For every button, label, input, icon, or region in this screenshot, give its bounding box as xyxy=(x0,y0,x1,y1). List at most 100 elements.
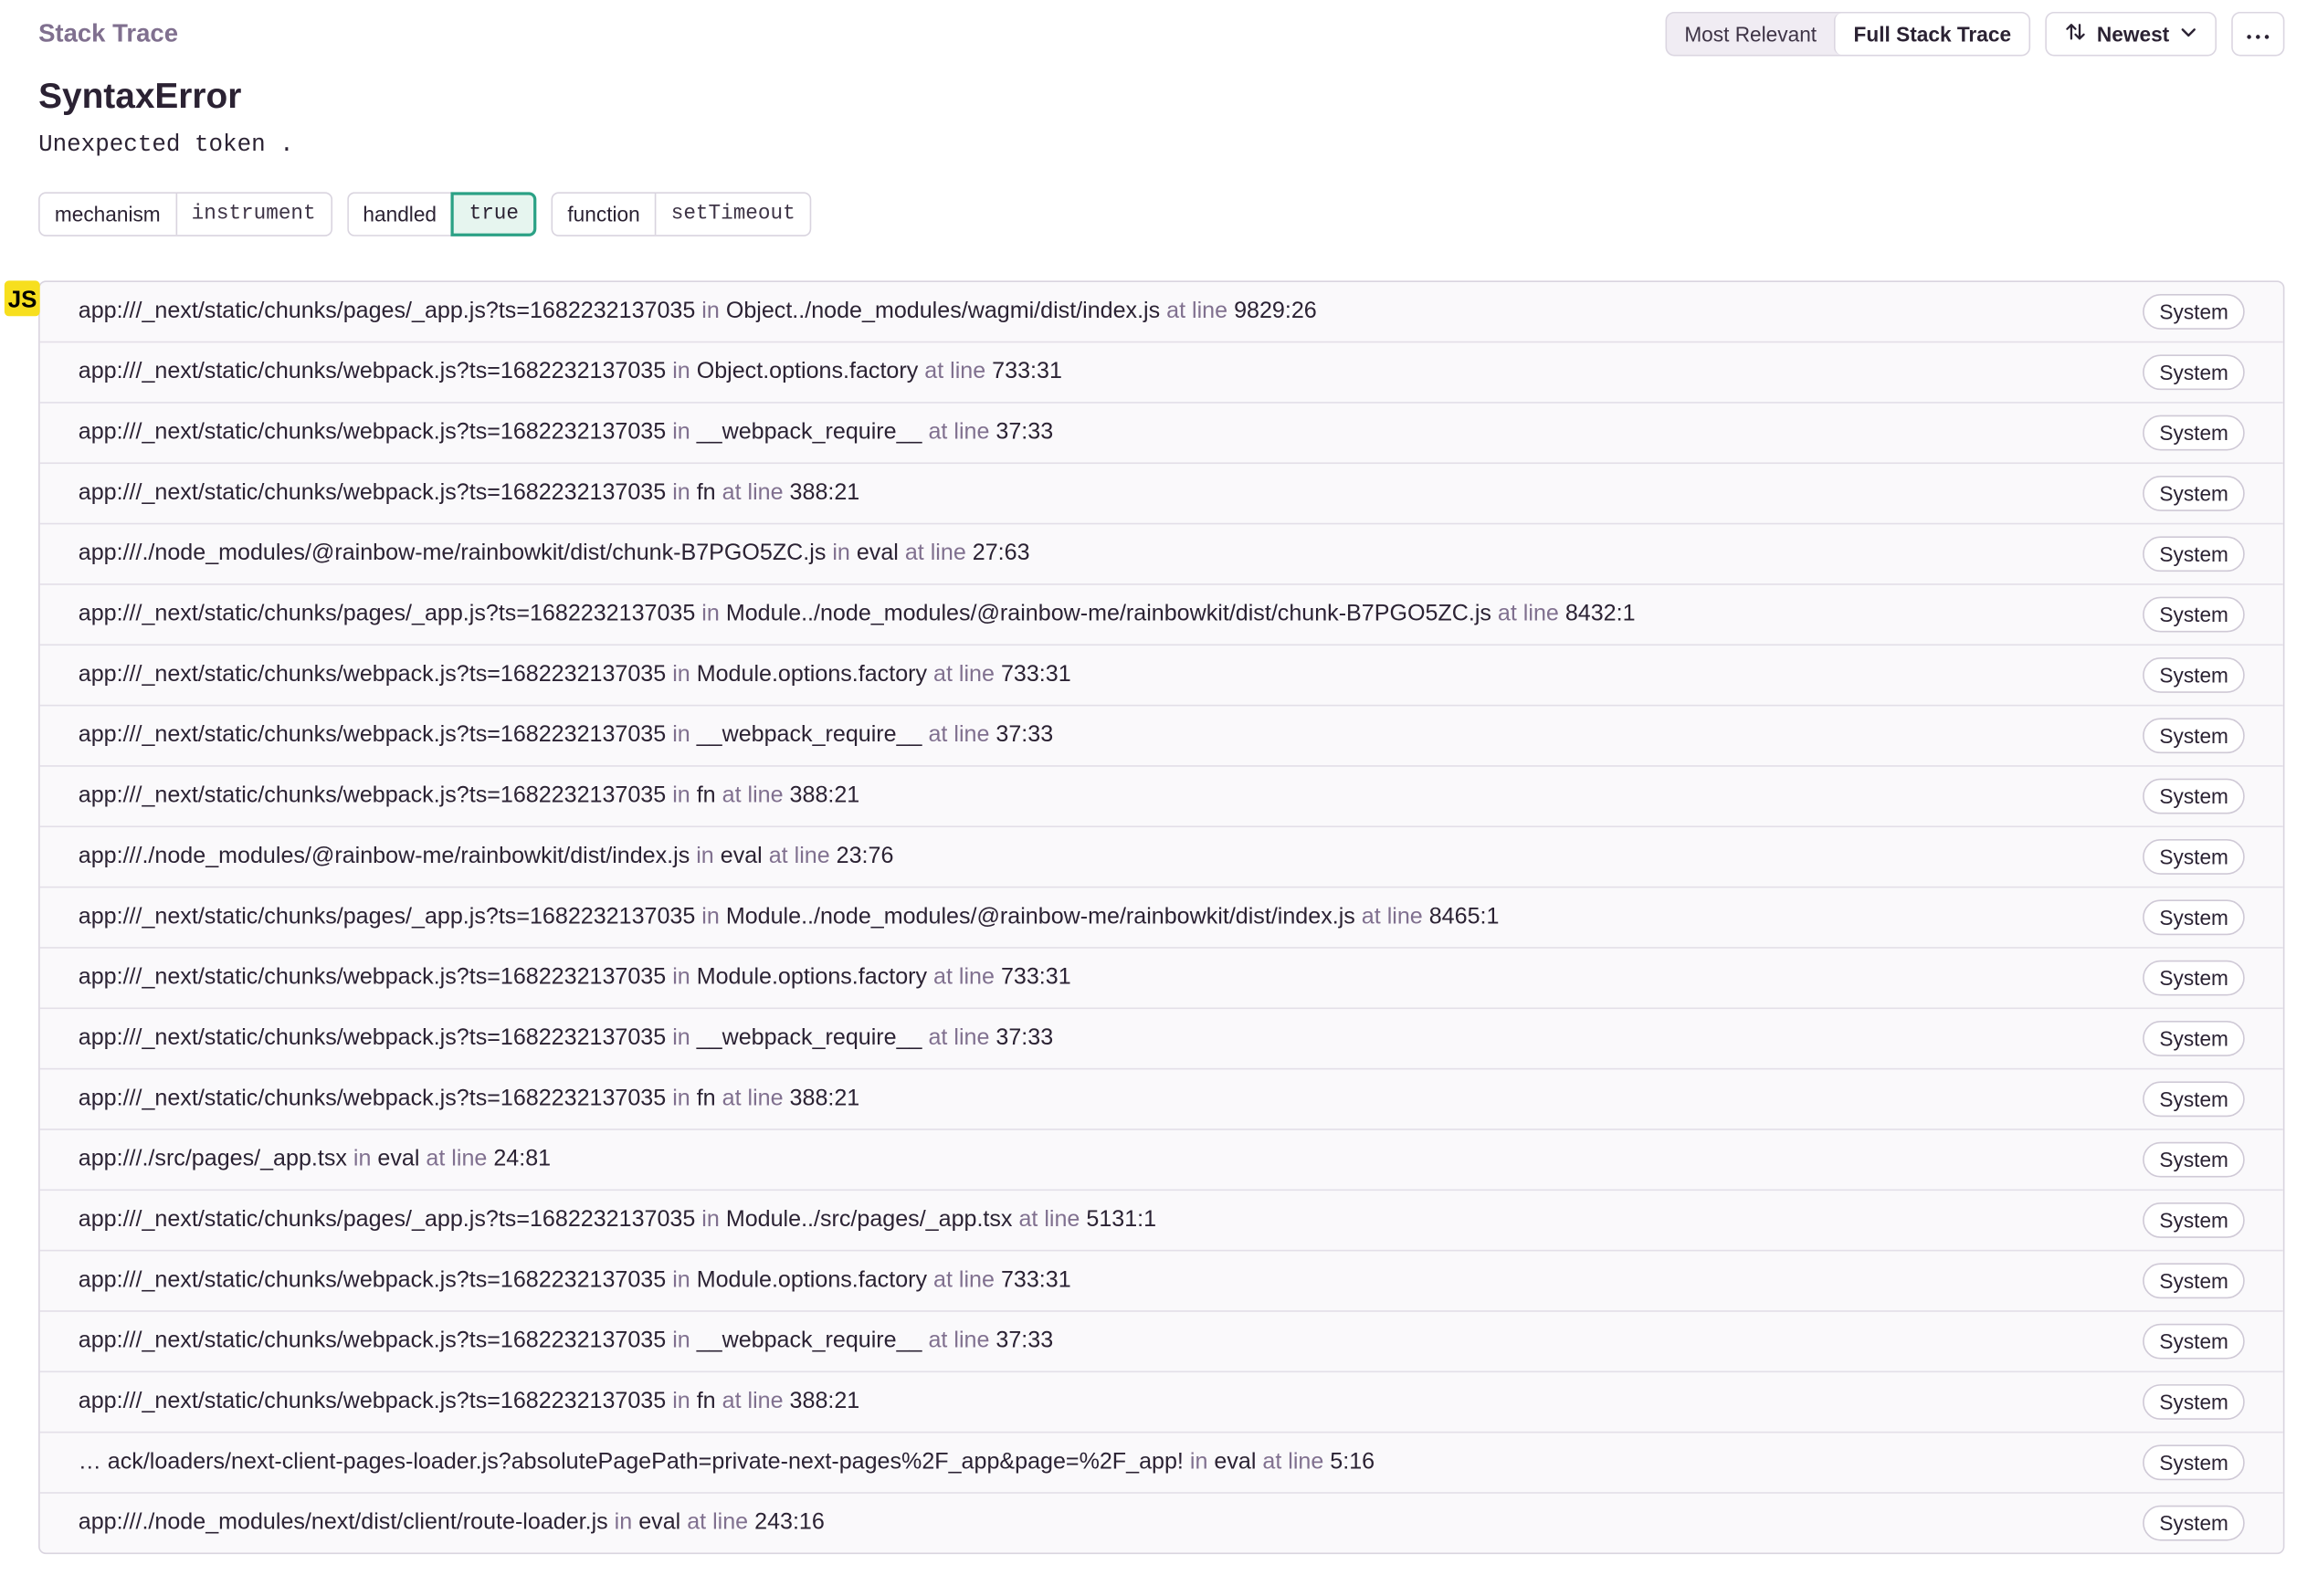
frame-line-number: 733:31 xyxy=(992,359,1062,384)
stack-frame-row[interactable]: app:///_next/static/chunks/webpack.js?ts… xyxy=(39,704,2283,765)
frame-at-line-word: at line xyxy=(722,1388,784,1414)
frame-at-line-word: at line xyxy=(1497,601,1559,627)
stack-frame-row[interactable]: … ack/loaders/next-client-pages-loader.j… xyxy=(39,1431,2283,1492)
frame-line-number: 733:31 xyxy=(1000,964,1071,991)
sort-arrows-icon xyxy=(2064,21,2086,47)
system-badge: System xyxy=(2143,415,2245,451)
system-badge: System xyxy=(2143,1263,2245,1299)
frame-filename: app:///_next/static/chunks/webpack.js?ts… xyxy=(78,782,667,809)
frame-function: eval xyxy=(638,1509,681,1536)
system-badge: System xyxy=(2143,1081,2245,1118)
frame-at-line-word: at line xyxy=(933,1267,995,1293)
sort-button[interactable]: Newest xyxy=(2045,11,2217,57)
system-badge: System xyxy=(2143,475,2245,511)
system-badge: System xyxy=(2143,293,2245,330)
system-badge: System xyxy=(2143,718,2245,754)
frame-title: app:///./node_modules/@rainbow-me/rainbo… xyxy=(79,541,2144,567)
frame-in-word: in xyxy=(672,1024,690,1051)
frame-in-word: in xyxy=(701,904,720,929)
system-badge: System xyxy=(2143,354,2245,391)
stack-frame-row[interactable]: app:///_next/static/chunks/pages/_app.js… xyxy=(39,886,2283,947)
more-options-button[interactable] xyxy=(2231,11,2285,57)
javascript-platform-icon: JS xyxy=(4,280,40,317)
frame-title: app:///_next/static/chunks/pages/_app.js… xyxy=(79,1207,2144,1234)
tag-function[interactable]: function setTimeout xyxy=(551,192,812,236)
frame-line-number: 243:16 xyxy=(754,1509,825,1536)
frame-line-number: 24:81 xyxy=(493,1146,552,1172)
frame-function: __webpack_require__ xyxy=(696,1024,922,1051)
system-badge: System xyxy=(2143,960,2245,996)
tag-value: true xyxy=(451,192,537,236)
stack-frame-row[interactable]: app:///_next/static/chunks/webpack.js?ts… xyxy=(39,1067,2283,1129)
frame-line-number: 9829:26 xyxy=(1234,298,1317,324)
stack-frame-row[interactable]: app:///_next/static/chunks/webpack.js?ts… xyxy=(39,947,2283,1007)
frame-filename: … ack/loaders/next-client-pages-loader.j… xyxy=(78,1449,1184,1475)
stack-frame-row[interactable]: app:///./src/pages/_app.tsx in eval at l… xyxy=(39,1129,2283,1189)
exception-type: SyntaxError xyxy=(38,77,242,117)
frame-in-word: in xyxy=(696,843,714,869)
frame-in-word: in xyxy=(614,1509,633,1536)
tag-value: setTimeout xyxy=(670,202,795,226)
frame-line-number: 5:16 xyxy=(1330,1449,1375,1475)
stack-frames-list: app:///_next/static/chunks/pages/_app.js… xyxy=(38,280,2285,1555)
frame-filename: app:///_next/static/chunks/webpack.js?ts… xyxy=(78,1024,667,1051)
frame-at-line-word: at line xyxy=(928,1024,990,1051)
exception-value: Unexpected token . xyxy=(38,131,294,159)
full-stack-trace-button[interactable]: Full Stack Trace xyxy=(1834,13,2029,55)
frame-function: Module.options.factory xyxy=(696,964,928,991)
frame-function: Module.options.factory xyxy=(696,1267,928,1293)
frame-in-word: in xyxy=(1189,1449,1208,1475)
frame-function: __webpack_require__ xyxy=(696,419,922,446)
frame-function: __webpack_require__ xyxy=(696,1328,922,1354)
most-relevant-button[interactable]: Most Relevant xyxy=(1667,14,1835,55)
frame-line-number: 37:33 xyxy=(995,1328,1054,1354)
frame-at-line-word: at line xyxy=(722,1086,784,1111)
stack-frame-row[interactable]: app:///./node_modules/@rainbow-me/rainbo… xyxy=(39,522,2283,583)
frame-filename: app:///_next/static/chunks/webpack.js?ts… xyxy=(78,419,667,446)
frame-function: eval xyxy=(856,541,899,566)
frame-at-line-word: at line xyxy=(768,843,830,869)
frame-filename: app:///_next/static/chunks/webpack.js?ts… xyxy=(78,479,667,506)
stack-frame-row[interactable]: app:///_next/static/chunks/webpack.js?ts… xyxy=(39,1310,2283,1370)
frame-title: app:///./node_modules/next/dist/client/r… xyxy=(79,1510,2144,1537)
tag-mechanism[interactable]: mechanism instrument xyxy=(38,192,332,236)
frame-title: app:///_next/static/chunks/webpack.js?ts… xyxy=(79,1025,2144,1052)
stack-frame-row[interactable]: app:///_next/static/chunks/pages/_app.js… xyxy=(39,1189,2283,1249)
frame-function: fn xyxy=(696,1086,716,1111)
frame-filename: app:///./node_modules/@rainbow-me/rainbo… xyxy=(78,843,690,869)
frame-line-number: 27:63 xyxy=(972,541,1030,566)
frame-function: Module.options.factory xyxy=(696,661,928,688)
system-badge: System xyxy=(2143,596,2245,633)
stack-frame-row[interactable]: app:///_next/static/chunks/webpack.js?ts… xyxy=(39,1249,2283,1310)
frame-title: app:///_next/static/chunks/webpack.js?ts… xyxy=(79,480,2144,507)
frame-in-word: in xyxy=(672,782,690,809)
stack-frame-row[interactable]: app:///./node_modules/@rainbow-me/rainbo… xyxy=(39,825,2283,886)
stack-frame-row[interactable]: app:///_next/static/chunks/pages/_app.js… xyxy=(39,583,2283,644)
frame-title: app:///./src/pages/_app.tsx in eval at l… xyxy=(79,1147,2144,1173)
stack-frame-row[interactable]: app:///_next/static/chunks/webpack.js?ts… xyxy=(39,1007,2283,1067)
stack-frame-row[interactable]: app:///./node_modules/next/dist/client/r… xyxy=(39,1492,2283,1552)
stack-frame-row[interactable]: app:///_next/static/chunks/webpack.js?ts… xyxy=(39,462,2283,522)
stack-frame-row[interactable]: app:///_next/static/chunks/pages/_app.js… xyxy=(40,282,2283,341)
frame-function: Module../src/pages/_app.tsx xyxy=(725,1206,1013,1233)
frame-line-number: 388:21 xyxy=(789,479,860,506)
stack-frame-row[interactable]: app:///_next/static/chunks/webpack.js?ts… xyxy=(39,402,2283,462)
system-badge: System xyxy=(2143,536,2245,572)
tag-handled[interactable]: handled true xyxy=(346,192,537,236)
frame-title: app:///_next/static/chunks/webpack.js?ts… xyxy=(79,965,2144,992)
stack-frame-row[interactable]: app:///_next/static/chunks/webpack.js?ts… xyxy=(39,765,2283,825)
frame-title: app:///_next/static/chunks/pages/_app.js… xyxy=(79,299,2144,325)
tag-key: function xyxy=(553,193,657,236)
stack-frame-row[interactable]: app:///_next/static/chunks/webpack.js?ts… xyxy=(39,1370,2283,1432)
frame-line-number: 37:33 xyxy=(995,722,1054,748)
frame-title: app:///_next/static/chunks/webpack.js?ts… xyxy=(79,662,2144,688)
frame-at-line-word: at line xyxy=(722,479,784,506)
frame-in-word: in xyxy=(672,661,690,688)
frame-at-line-word: at line xyxy=(933,661,995,688)
stack-frame-row[interactable]: app:///_next/static/chunks/webpack.js?ts… xyxy=(39,341,2283,402)
frame-in-word: in xyxy=(701,601,720,627)
frame-line-number: 5131:1 xyxy=(1086,1206,1157,1233)
frame-function: fn xyxy=(696,1388,716,1414)
stack-frame-row[interactable]: app:///_next/static/chunks/webpack.js?ts… xyxy=(39,644,2283,704)
frame-function: Object../node_modules/wagmi/dist/index.j… xyxy=(725,298,1161,324)
